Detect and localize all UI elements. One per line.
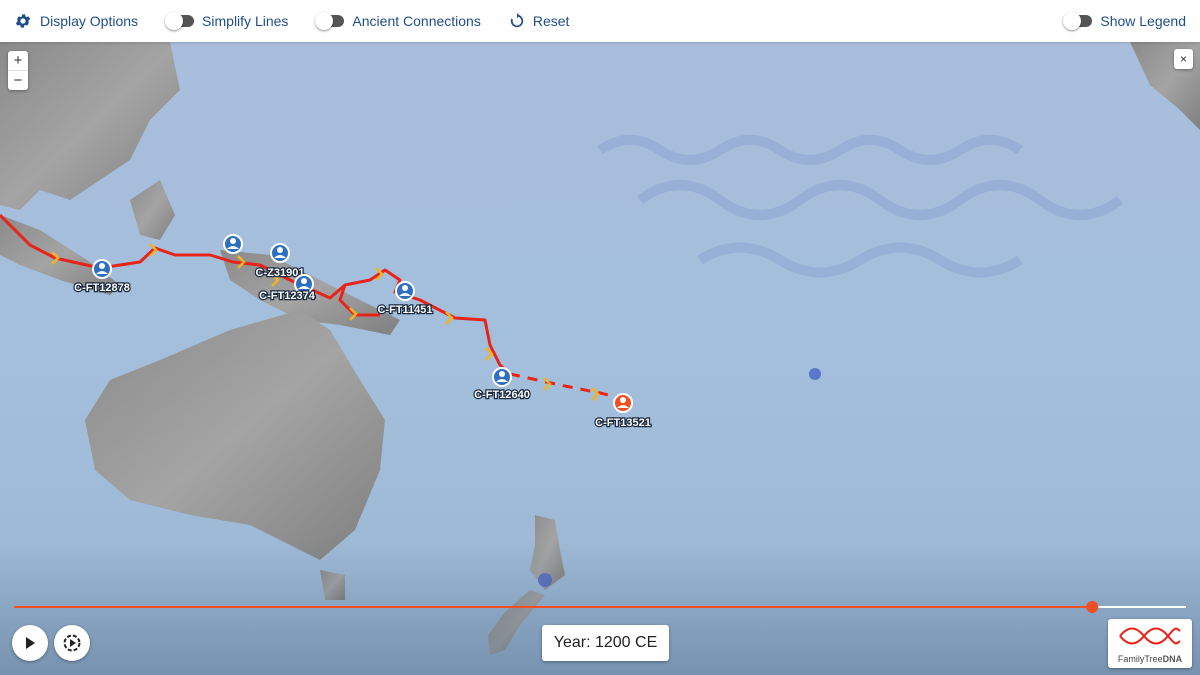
logo-text: FamilyTreeDNA	[1108, 654, 1192, 664]
zoom-in-button[interactable]: +	[8, 51, 28, 70]
marker-label: C-FT11451	[377, 304, 432, 316]
map-canvas[interactable]: C-FT12878 C-Z31901 C-FT12374 C-FT11451 C…	[0, 42, 1200, 675]
timeline-handle[interactable]	[1086, 601, 1099, 613]
gear-icon	[15, 14, 31, 28]
ancient-connections-switch[interactable]	[315, 12, 345, 30]
timer-icon	[63, 634, 81, 652]
app-root: Display Options Simplify Lines Ancient C…	[0, 0, 1200, 675]
top-toolbar: Display Options Simplify Lines Ancient C…	[0, 0, 1200, 42]
playback-speed-button[interactable]	[54, 625, 90, 661]
person-icon	[230, 238, 236, 244]
display-options-label: Display Options	[40, 13, 139, 29]
show-legend-switch[interactable]	[1063, 12, 1093, 30]
simplify-lines-toggle[interactable]: Simplify Lines	[165, 12, 289, 30]
person-icon	[499, 371, 505, 377]
show-legend-label: Show Legend	[1100, 13, 1186, 29]
marker-label: C-FT12640	[474, 389, 530, 401]
marker-label: C-FT12374	[259, 290, 316, 302]
person-icon	[402, 285, 408, 291]
play-icon	[26, 637, 35, 649]
ancient-connections-toggle[interactable]: Ancient Connections	[315, 12, 481, 30]
zoom-out-button[interactable]: −	[8, 70, 28, 90]
show-legend-toggle[interactable]: Show Legend	[1063, 12, 1186, 30]
simplify-lines-switch[interactable]	[165, 12, 195, 30]
ancient-connections-label: Ancient Connections	[352, 13, 481, 29]
reset-label: Reset	[532, 13, 570, 29]
person-icon	[99, 263, 105, 269]
year-display: Year: 1200 CE	[542, 625, 669, 661]
simplify-lines-label: Simplify Lines	[202, 13, 289, 29]
familytreedna-logo: FamilyTreeDNA	[1108, 619, 1192, 668]
reset-icon	[510, 13, 524, 28]
marker-label: C-FT12878	[74, 282, 130, 294]
island-dot	[809, 368, 821, 380]
reset-button[interactable]: Reset	[509, 13, 570, 29]
person-icon	[620, 397, 626, 403]
person-icon	[277, 247, 283, 253]
logo-text-line1: FamilyTree	[1117, 654, 1163, 664]
marker-label: C-FT13521	[595, 417, 651, 429]
zoom-controls: + −	[8, 51, 28, 90]
play-button[interactable]	[12, 625, 48, 661]
display-options-button[interactable]: Display Options	[14, 12, 138, 30]
person-icon	[301, 278, 307, 284]
logo-text-line2: DNA	[1162, 654, 1183, 664]
dna-helix-icon	[1119, 627, 1181, 645]
close-button[interactable]: ×	[1174, 49, 1193, 69]
